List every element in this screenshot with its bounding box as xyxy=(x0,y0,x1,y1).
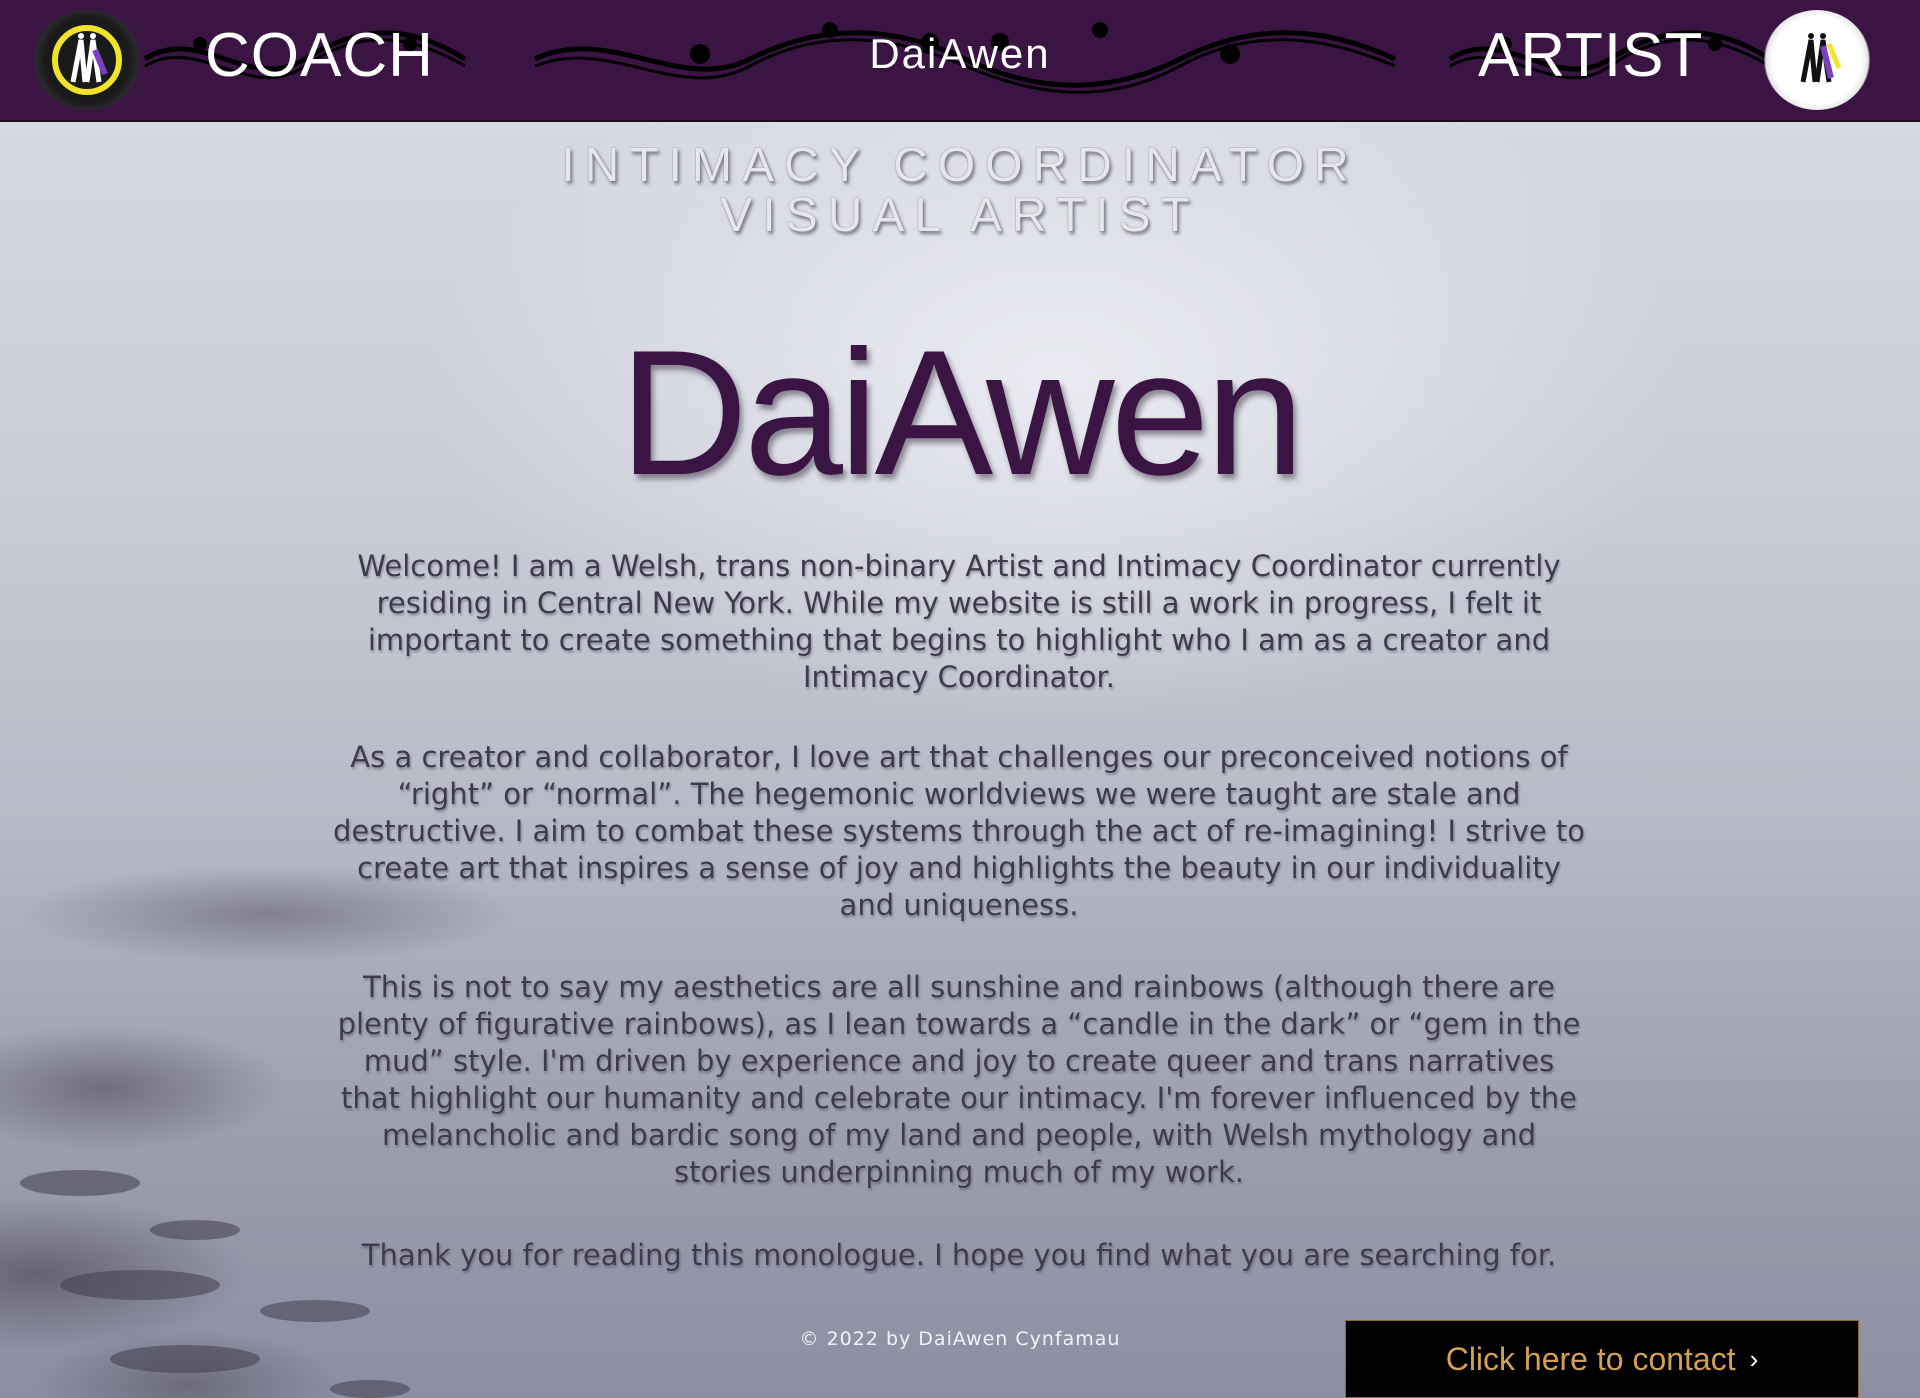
intro-paragraph: Welcome! I am a Welsh, trans non-binary … xyxy=(357,549,1561,694)
subtitle-line-2: VISUAL ARTIST xyxy=(720,189,1200,242)
nav-artist-link[interactable]: ARTIST xyxy=(1478,20,1703,91)
chevron-right-icon: › xyxy=(1749,1343,1759,1374)
rock xyxy=(150,1220,240,1240)
rock xyxy=(330,1380,410,1398)
contact-button[interactable]: Click here to contact › xyxy=(1345,1320,1859,1398)
hero-title: DaiAwen xyxy=(619,313,1304,512)
site-header: COACH DaiAwen ARTIST xyxy=(0,0,1920,122)
rock xyxy=(60,1270,220,1300)
rock xyxy=(260,1300,370,1322)
contact-button-label: Click here to contact xyxy=(1445,1340,1736,1377)
subtitle-line-1: INTIMACY COORDINATOR xyxy=(561,139,1359,192)
aesthetics-paragraph: This is not to say my aesthetics are all… xyxy=(337,970,1581,1189)
closing-paragraph: Thank you for reading this monologue. I … xyxy=(361,1238,1557,1272)
philosophy-paragraph: As a creator and collaborator, I love ar… xyxy=(332,740,1586,922)
rock xyxy=(20,1170,140,1196)
daiawen-logo-light-icon[interactable] xyxy=(1764,10,1870,110)
